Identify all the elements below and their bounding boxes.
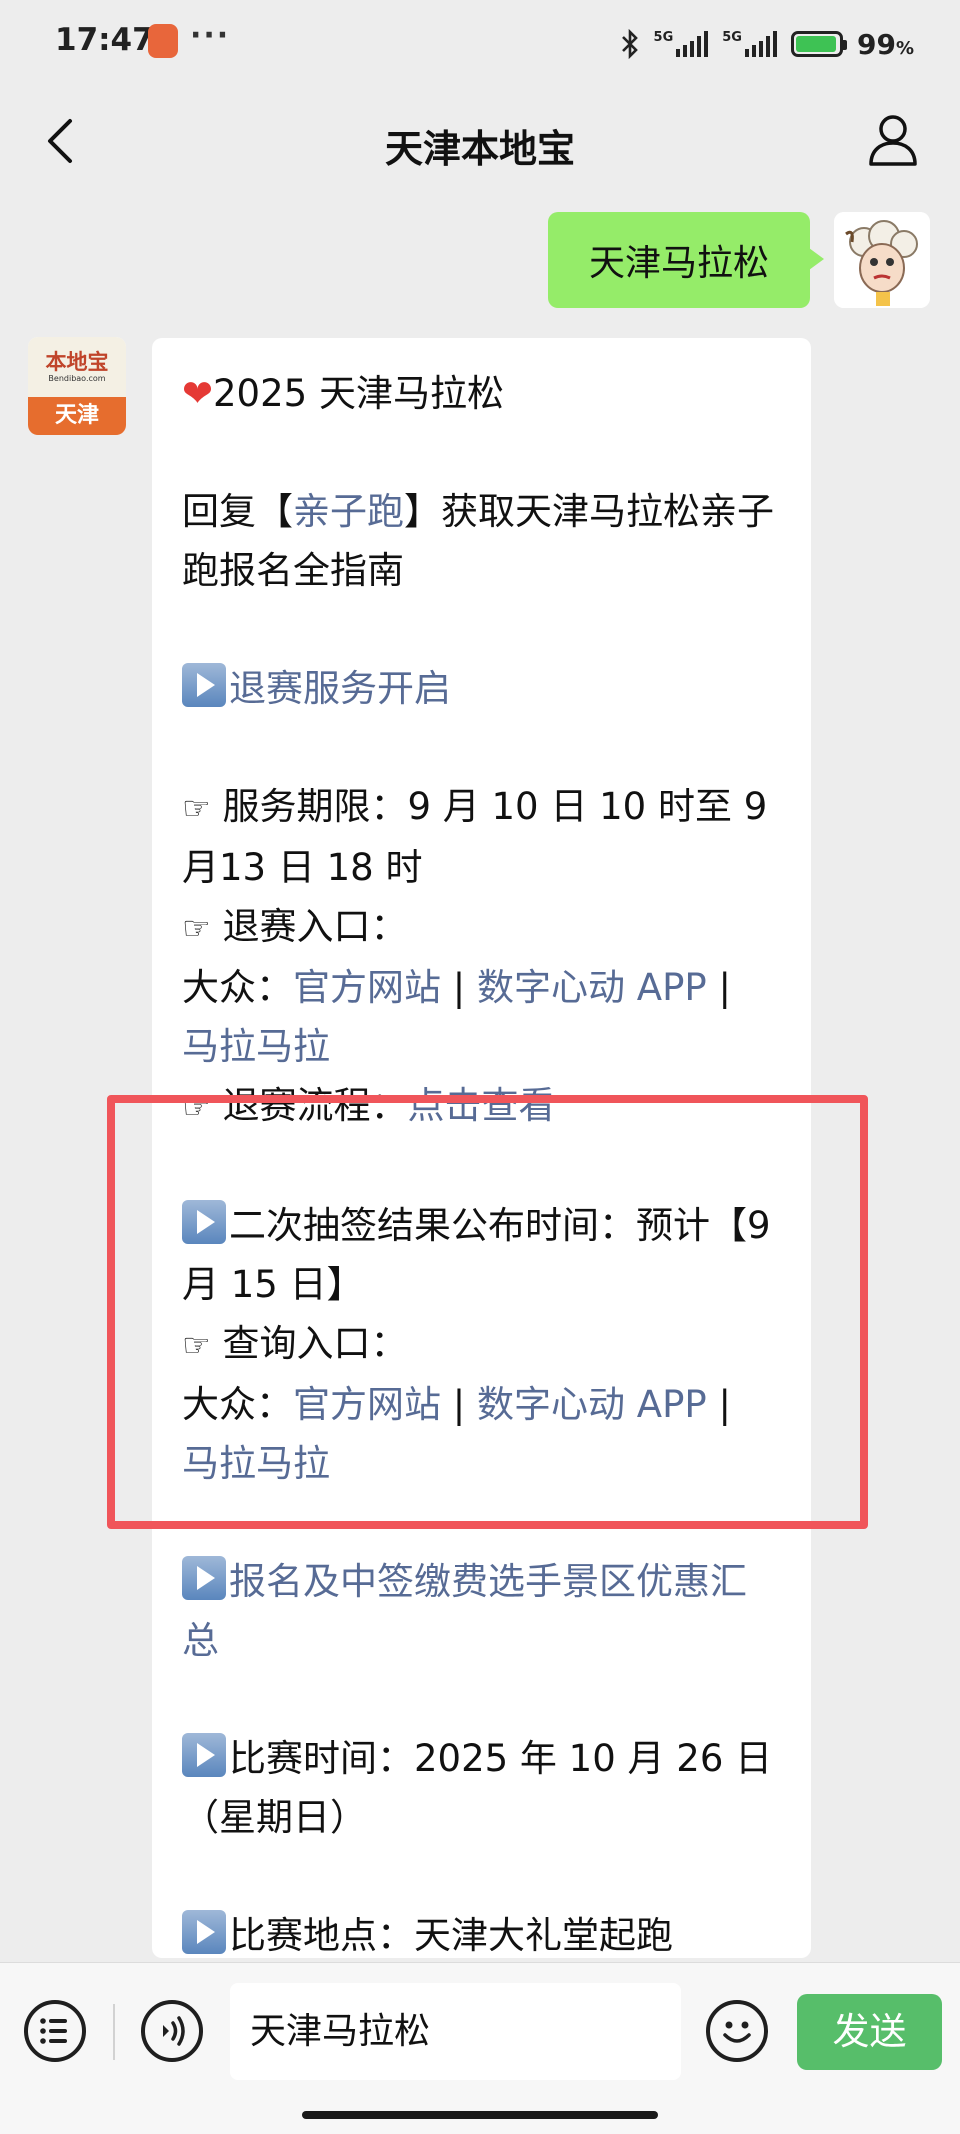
link-official-site[interactable]: 官方网站 <box>293 966 441 1009</box>
menu-list-button[interactable] <box>24 2000 86 2062</box>
race-time-text: 比赛时间：2025 年 10 月 26 日（星期日） <box>182 1729 783 1847</box>
more-notifications-icon: ··· <box>190 18 231 53</box>
play-button-icon <box>182 1556 226 1600</box>
reply-keyword-line: 回复【亲子跑】获取天津马拉松亲子跑报名全指南 <box>182 490 774 592</box>
signal-2-icon: 5G <box>722 31 777 57</box>
toolbar-divider <box>113 2004 115 2060</box>
pointing-hand-icon: ☞ <box>182 909 211 947</box>
play-button-icon <box>182 1910 226 1954</box>
voice-button[interactable] <box>141 2000 203 2062</box>
reply-heading: ❤2025 天津马拉松 <box>182 372 504 415</box>
race-location-text: 比赛地点：天津大礼堂起跑 <box>182 1906 783 1958</box>
network-type-label: 5G <box>653 30 674 45</box>
home-indicator[interactable] <box>302 2111 658 2119</box>
profile-icon[interactable] <box>868 112 918 168</box>
emoji-icon <box>723 2021 751 2043</box>
voice-icon <box>163 2016 185 2046</box>
message-input[interactable]: 天津马拉松 <box>230 1983 681 2080</box>
page-title: 天津本地宝 <box>384 127 575 171</box>
network-type-label: 5G <box>722 30 742 45</box>
refund-entry-label: ☞ 退赛入口： <box>182 905 408 948</box>
app-notification-icon <box>148 24 178 58</box>
emoji-button[interactable] <box>706 2000 768 2062</box>
user-avatar[interactable] <box>834 212 930 308</box>
send-button[interactable]: 发送 <box>797 1994 942 2070</box>
outgoing-message-bubble[interactable]: 天津马拉松 <box>548 212 824 308</box>
battery-icon <box>790 31 847 57</box>
highlight-box <box>107 1095 868 1529</box>
link-discount-summary[interactable]: 报名及中签缴费选手景区优惠汇总 <box>182 1560 747 1662</box>
bendibao-avatar[interactable]: 本地宝 Bendibao.com 天津 <box>28 337 126 435</box>
link-malamala[interactable]: 马拉马拉 <box>182 1025 330 1068</box>
service-period-text: ☞ 服务期限：9 月 10 日 10 时至 9 月13 日 18 时 <box>182 785 768 889</box>
status-time: 17:47 <box>55 22 154 58</box>
refund-entry-links: 大众：官方网站 | 数字心动 APP | 马拉马拉 <box>182 966 731 1068</box>
bendibao-logo: 本地宝 Bendibao.com <box>28 337 126 397</box>
link-app[interactable]: 数字心动 APP <box>477 966 707 1009</box>
bluetooth-icon <box>621 29 638 59</box>
signal-1-icon: 5G <box>654 31 709 57</box>
avatar-city-label: 天津 <box>28 397 126 435</box>
pointing-hand-icon: ☞ <box>182 789 211 827</box>
play-button-icon <box>182 663 226 707</box>
list-icon <box>40 2018 67 2044</box>
play-button-icon <box>182 1733 226 1777</box>
heart-icon: ❤ <box>182 372 214 415</box>
avatar-url-text: Bendibao.com <box>48 374 106 383</box>
status-icons: 5G 5G 99% <box>620 22 960 66</box>
keyword-link-parent-child-run[interactable]: 亲子跑 <box>293 490 404 533</box>
link-refund-service[interactable]: 退赛服务开启 <box>229 667 451 710</box>
sheep-avatar-icon <box>834 212 930 308</box>
battery-percent: 99% <box>856 27 914 61</box>
avatar-logo-text: 本地宝 <box>45 350 109 374</box>
